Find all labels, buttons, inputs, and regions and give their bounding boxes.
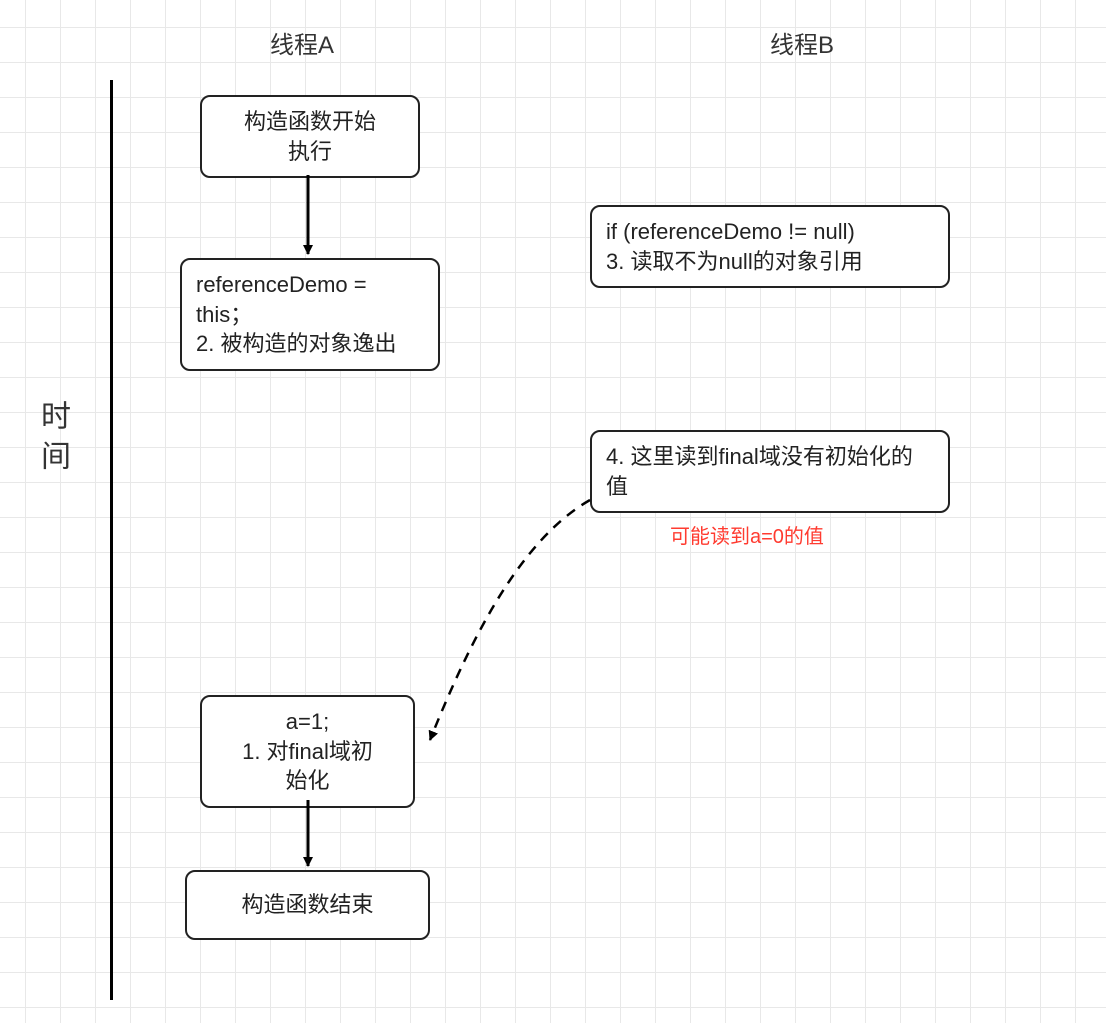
box-init-a: a=1;1. 对final域初始化 xyxy=(200,695,415,808)
thread-b-header: 线程B xyxy=(770,25,834,60)
thread-a-header: 线程A xyxy=(270,25,334,60)
note-red: 可能读到a=0的值 xyxy=(670,520,824,549)
box-assign-this: referenceDemo = this；2. 被构造的对象逸出 xyxy=(180,258,440,371)
box-constructor-start: 构造函数开始执行 xyxy=(200,95,420,178)
box-if-check: if (referenceDemo != null)3. 读取不为null的对象… xyxy=(590,205,950,288)
dashed-arrow-readfinal-to-init xyxy=(430,500,590,740)
box-constructor-end: 构造函数结束 xyxy=(185,870,430,940)
diagram-canvas: 时间 线程A 线程B 构造函数开始执行 referenceDemo = this… xyxy=(0,0,1106,1023)
timeline-axis xyxy=(110,80,113,1000)
box-read-final: 4. 这里读到final域没有初始化的值 xyxy=(590,430,950,513)
time-axis-label: 时间 xyxy=(30,400,74,480)
